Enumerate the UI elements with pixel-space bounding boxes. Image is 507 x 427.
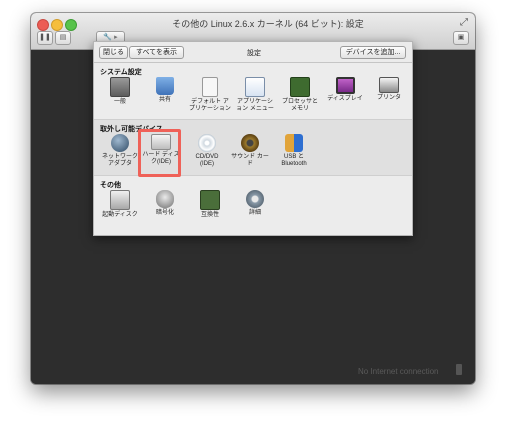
pane-sharing[interactable]: 共有: [143, 77, 187, 104]
window-title: その他の Linux 2.6.x カーネル (64 ビット): 設定: [172, 19, 364, 29]
dialog-toolbar: 閉じる すべてを表示 設定 デバイスを追加...: [94, 42, 412, 63]
encryption-icon: [156, 190, 174, 208]
pane-processor-memory[interactable]: プロセッサと メモリ: [278, 77, 322, 113]
compatibility-icon: [200, 190, 220, 210]
pane-label: CD/DVD: [195, 154, 219, 160]
app-menu-icon: [245, 77, 265, 97]
section-heading: システム設定: [100, 69, 142, 76]
selection-highlight: [138, 129, 181, 177]
close-window-button[interactable]: [37, 19, 49, 31]
pane-general[interactable]: 一般: [98, 77, 142, 106]
pane-label: 詳細: [248, 210, 261, 216]
pane-label: ド: [246, 161, 253, 167]
pane-label: 暗号化: [155, 210, 174, 216]
pane-sound-card[interactable]: サウンド カー ド: [228, 134, 272, 168]
pane-label: ディスプレイ: [327, 96, 363, 102]
sound-icon: [241, 134, 259, 152]
network-status-text: No Internet connection: [358, 367, 439, 376]
pane-label: プリンタ: [376, 95, 401, 101]
pane-cd-dvd[interactable]: CD/DVD (IDE): [185, 134, 229, 168]
pane-printer[interactable]: プリンタ: [367, 77, 411, 102]
startup-disk-icon: [110, 190, 130, 210]
fullscreen-icon[interactable]: ⤢: [460, 17, 468, 28]
minimize-window-button[interactable]: [51, 19, 63, 31]
pane-compatibility[interactable]: 互換性: [188, 190, 232, 219]
vm-window: その他の Linux 2.6.x カーネル (64 ビット): 設定 ⤢ ❚❚ …: [31, 13, 475, 384]
settings-dialog: 閉じる すべてを表示 設定 デバイスを追加... システム設定 一般 共有 デフ…: [93, 41, 413, 236]
pane-label: 互換性: [200, 212, 219, 218]
pane-label: アダプタ: [107, 161, 132, 167]
network-status-icon: [456, 364, 462, 375]
pane-label: 起動ディスク: [102, 212, 138, 218]
pane-label: 一般: [113, 99, 126, 105]
default-apps-icon: [202, 77, 218, 97]
sharing-icon: [156, 77, 174, 95]
pane-label: Bluetooth: [281, 161, 307, 167]
other-section: その他 起動ディスク 暗号化 互換性 詳細: [94, 176, 412, 234]
pane-label: プリケーション: [189, 106, 231, 112]
pane-encryption[interactable]: 暗号化: [143, 190, 187, 217]
pane-label: サウンド カー: [231, 154, 269, 160]
snapshot-button[interactable]: ▤: [55, 31, 71, 45]
library-toggle-button[interactable]: ▣: [453, 31, 469, 45]
printer-icon: [379, 77, 399, 93]
advanced-icon: [246, 190, 264, 208]
pane-label: ョン メニュー: [236, 106, 274, 112]
pane-label: USB と: [283, 154, 304, 160]
pane-default-apps[interactable]: デフォルト ア プリケーション: [188, 77, 232, 113]
pane-label: (IDE): [200, 161, 214, 167]
zoom-window-button[interactable]: [65, 19, 77, 31]
pane-usb-bluetooth[interactable]: USB と Bluetooth: [272, 134, 316, 168]
display-icon: [335, 77, 355, 94]
pane-advanced[interactable]: 詳細: [233, 190, 277, 217]
pane-label: メモリ: [290, 106, 309, 112]
pane-label: 共有: [158, 97, 171, 103]
processor-icon: [290, 77, 310, 97]
pane-display[interactable]: ディスプレイ: [323, 77, 367, 103]
system-settings-section: システム設定 一般 共有 デフォルト ア プリケーション アプリケーシ ョン メ…: [94, 63, 412, 118]
pause-button[interactable]: ❚❚: [37, 31, 53, 45]
pane-startup-disk[interactable]: 起動ディスク: [98, 190, 142, 219]
usb-bluetooth-icon: [285, 134, 303, 152]
show-all-button[interactable]: すべてを表示: [129, 46, 184, 59]
dialog-title: 設定: [247, 50, 261, 57]
add-device-button[interactable]: デバイスを追加...: [340, 46, 406, 59]
close-button[interactable]: 閉じる: [99, 46, 128, 59]
network-icon: [111, 134, 129, 152]
pane-label: デフォルト ア: [191, 99, 229, 105]
pane-label: ネットワーク: [101, 154, 138, 160]
section-heading: その他: [100, 182, 121, 189]
pane-label: アプリケーシ: [237, 99, 273, 105]
pane-label: プロセッサと: [281, 99, 318, 105]
cd-dvd-icon: [198, 134, 216, 152]
pane-app-menu[interactable]: アプリケーシ ョン メニュー: [233, 77, 277, 113]
general-icon: [110, 77, 130, 97]
pane-network-adapter[interactable]: ネットワーク アダプタ: [98, 134, 142, 168]
